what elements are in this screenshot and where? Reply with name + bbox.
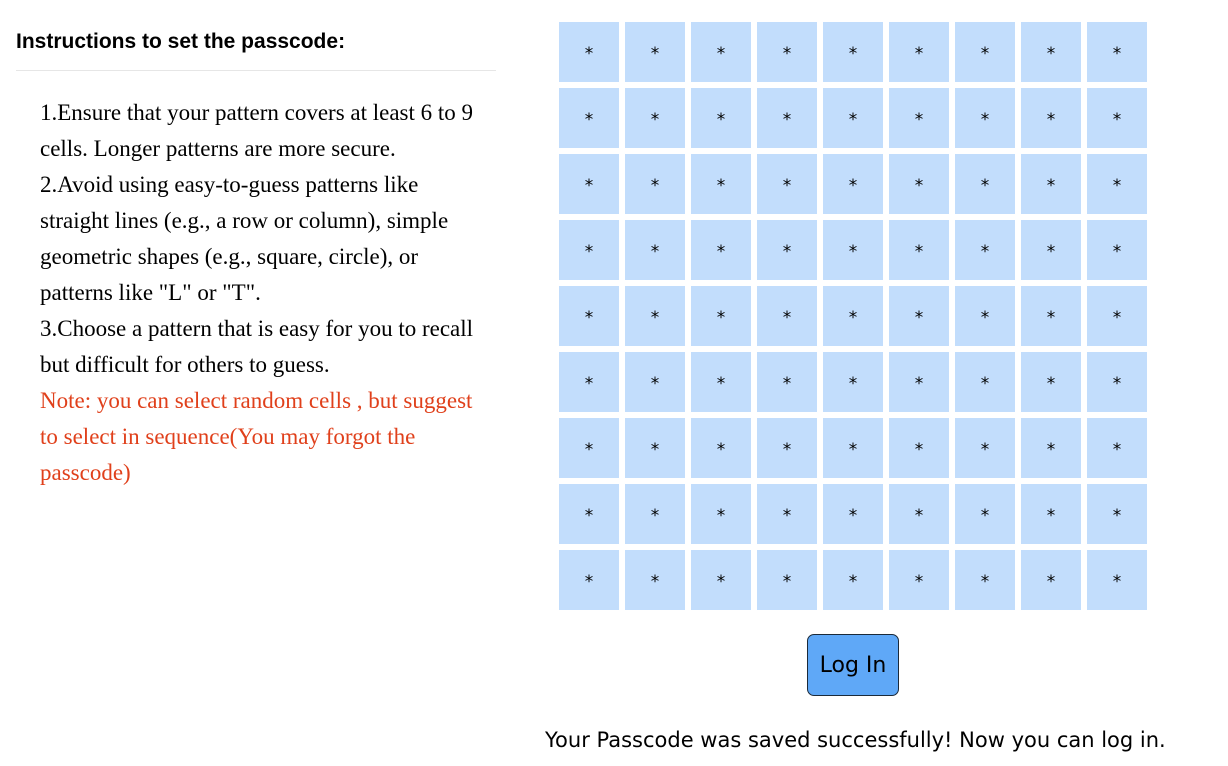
grid-cell[interactable]: * — [889, 418, 949, 478]
grid-cell[interactable]: * — [691, 154, 751, 214]
grid-cell[interactable]: * — [757, 88, 817, 148]
grid-cell[interactable]: * — [1021, 550, 1081, 610]
grid-cell[interactable]: * — [823, 154, 883, 214]
instruction-item-1: 1.Ensure that your pattern covers at lea… — [40, 100, 474, 161]
grid-cell[interactable]: * — [889, 88, 949, 148]
grid-cell[interactable]: * — [1021, 286, 1081, 346]
instructions-heading: Instructions to set the passcode: — [16, 26, 496, 71]
grid-cell[interactable]: * — [1087, 154, 1147, 214]
grid-cell[interactable]: * — [1087, 484, 1147, 544]
grid-cell[interactable]: * — [955, 154, 1015, 214]
instructions-panel: Instructions to set the passcode: 1.Ensu… — [16, 26, 496, 491]
grid-cell[interactable]: * — [889, 154, 949, 214]
grid-cell[interactable]: * — [1021, 22, 1081, 82]
grid-cell[interactable]: * — [823, 88, 883, 148]
grid-cell[interactable]: * — [955, 352, 1015, 412]
instruction-item-3: 3.Choose a pattern that is easy for you … — [40, 316, 474, 377]
grid-cell[interactable]: * — [955, 418, 1015, 478]
grid-cell[interactable]: * — [559, 352, 619, 412]
grid-cell[interactable]: * — [1021, 352, 1081, 412]
grid-cell[interactable]: * — [757, 352, 817, 412]
grid-cell[interactable]: * — [625, 88, 685, 148]
grid-cell[interactable]: * — [625, 352, 685, 412]
grid-cell[interactable]: * — [559, 220, 619, 280]
grid-cell[interactable]: * — [559, 550, 619, 610]
grid-cell[interactable]: * — [823, 484, 883, 544]
grid-cell[interactable]: * — [1087, 22, 1147, 82]
grid-cell[interactable]: * — [757, 484, 817, 544]
login-button[interactable]: Log In — [807, 634, 899, 696]
status-message: Your Passcode was saved successfully! No… — [545, 728, 1166, 752]
grid-cell[interactable]: * — [625, 418, 685, 478]
grid-cell[interactable]: * — [1021, 154, 1081, 214]
grid-cell[interactable]: * — [1087, 550, 1147, 610]
grid-cell[interactable]: * — [625, 220, 685, 280]
grid-cell[interactable]: * — [889, 352, 949, 412]
grid-cell[interactable]: * — [757, 22, 817, 82]
grid-cell[interactable]: * — [889, 484, 949, 544]
grid-cell[interactable]: * — [691, 88, 751, 148]
grid-cell[interactable]: * — [691, 418, 751, 478]
grid-cell[interactable]: * — [757, 154, 817, 214]
grid-cell[interactable]: * — [625, 484, 685, 544]
grid-cell[interactable]: * — [757, 550, 817, 610]
grid-cell[interactable]: * — [955, 22, 1015, 82]
grid-cell[interactable]: * — [691, 220, 751, 280]
grid-cell[interactable]: * — [559, 484, 619, 544]
grid-cell[interactable]: * — [559, 88, 619, 148]
instruction-note: Note: you can select random cells , but … — [40, 388, 473, 485]
grid-cell[interactable]: * — [559, 154, 619, 214]
grid-cell[interactable]: * — [1021, 220, 1081, 280]
grid-cell[interactable]: * — [691, 550, 751, 610]
grid-cell[interactable]: * — [625, 286, 685, 346]
grid-cell[interactable]: * — [955, 550, 1015, 610]
passcode-grid: * * * * * * * * * * * * * * * * * * * * * * * * * * * * * * * * * * * * * * * *… — [559, 22, 1147, 610]
grid-cell[interactable]: * — [823, 22, 883, 82]
grid-cell[interactable]: * — [691, 22, 751, 82]
grid-cell[interactable]: * — [1087, 418, 1147, 478]
grid-cell[interactable]: * — [1087, 88, 1147, 148]
grid-cell[interactable]: * — [889, 550, 949, 610]
grid-cell[interactable]: * — [1087, 352, 1147, 412]
grid-cell[interactable]: * — [1021, 88, 1081, 148]
grid-cell[interactable]: * — [559, 22, 619, 82]
grid-cell[interactable]: * — [823, 220, 883, 280]
grid-cell[interactable]: * — [625, 550, 685, 610]
grid-cell[interactable]: * — [823, 286, 883, 346]
grid-cell[interactable]: * — [757, 418, 817, 478]
grid-cell[interactable]: * — [1087, 220, 1147, 280]
grid-cell[interactable]: * — [889, 220, 949, 280]
grid-cell[interactable]: * — [757, 286, 817, 346]
grid-cell[interactable]: * — [955, 286, 1015, 346]
grid-cell[interactable]: * — [1021, 484, 1081, 544]
instruction-item-2: 2.Avoid using easy-to-guess patterns lik… — [40, 172, 449, 305]
grid-cell[interactable]: * — [955, 88, 1015, 148]
grid-cell[interactable]: * — [1021, 418, 1081, 478]
grid-cell[interactable]: * — [889, 22, 949, 82]
grid-cell[interactable]: * — [757, 220, 817, 280]
grid-cell[interactable]: * — [559, 418, 619, 478]
grid-cell[interactable]: * — [823, 418, 883, 478]
grid-cell[interactable]: * — [691, 352, 751, 412]
grid-cell[interactable]: * — [691, 484, 751, 544]
grid-cell[interactable]: * — [625, 154, 685, 214]
grid-cell[interactable]: * — [955, 220, 1015, 280]
grid-cell[interactable]: * — [823, 550, 883, 610]
grid-cell[interactable]: * — [625, 22, 685, 82]
grid-cell[interactable]: * — [955, 484, 1015, 544]
grid-cell[interactable]: * — [889, 286, 949, 346]
instructions-body: 1.Ensure that your pattern covers at lea… — [16, 71, 486, 491]
grid-cell[interactable]: * — [691, 286, 751, 346]
grid-cell[interactable]: * — [559, 286, 619, 346]
grid-cell[interactable]: * — [823, 352, 883, 412]
grid-cell[interactable]: * — [1087, 286, 1147, 346]
